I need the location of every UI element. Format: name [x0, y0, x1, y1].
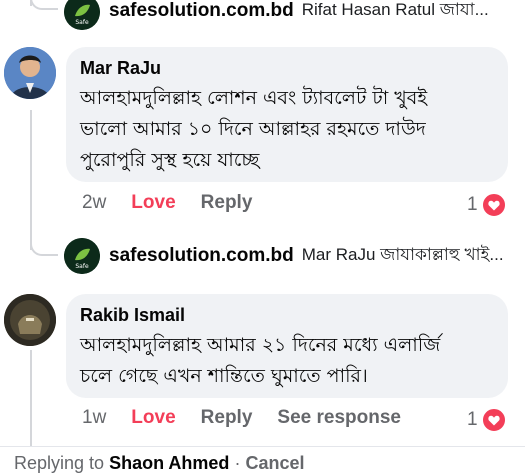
reaction-summary[interactable]: 1 [467, 407, 507, 433]
reply-preview-middle[interactable]: safesolution.com.bd Mar RaJu জাযাকাল্লাহ… [109, 243, 519, 269]
page-avatar[interactable]: Safe [64, 0, 100, 30]
replying-target-name[interactable]: Shaon Ahmed [109, 453, 229, 473]
thread-line-middle [30, 110, 32, 250]
comment-text-line: পুরোপুরি সুস্থ হয়ে যাচ্ছে [80, 149, 260, 171]
replying-separator: · [234, 453, 241, 473]
reaction-count: 1 [467, 409, 478, 430]
replying-to-bar: Replying to Shaon Ahmed · Cancel [14, 453, 304, 474]
comment-bubble: Rakib Ismail আলহামদুলিল্লাহ আমার ২১ দিনে… [66, 294, 508, 398]
person-avatar-icon [4, 294, 56, 346]
comment-text-line: আলহামদুলিল্লাহ আমার ২১ দিনের মধ্যে এলার্… [80, 334, 441, 356]
avatar-rakib-ismail[interactable] [4, 294, 56, 346]
comment-text-line: আলহামদুলিল্লাহ লোশন এবং ট্যাবলেট টা খুবই [80, 87, 428, 109]
svg-text:Safe: Safe [75, 263, 89, 270]
cancel-reply-button[interactable]: Cancel [245, 453, 304, 473]
reply-snippet: Rifat Hasan Ratul জাযা... [301, 0, 489, 19]
heart-reaction-icon [480, 192, 507, 218]
love-button[interactable]: Love [131, 192, 175, 214]
leaf-logo-icon: Safe [64, 238, 100, 274]
comment-bubble: Mar RaJu আলহামদুলিল্লাহ লোশন এবং ট্যাবলে… [66, 47, 508, 182]
see-response-button[interactable]: See response [277, 407, 401, 429]
thread-line-bottom [30, 350, 32, 446]
person-avatar-icon [4, 47, 56, 99]
comment-actions: 2w Love Reply [82, 192, 277, 214]
composer-divider [0, 446, 525, 447]
reply-snippet: Mar RaJu জাযাকাল্লাহু খাই... [301, 245, 504, 264]
love-button[interactable]: Love [131, 407, 175, 429]
comment-time[interactable]: 1w [82, 407, 106, 429]
reaction-count: 1 [467, 194, 478, 215]
reaction-summary[interactable]: 1 [467, 192, 507, 218]
comment-text-line: ভালো আমার ১০ দিনে আল্লাহর রহমতে দাউদ [80, 118, 426, 140]
comment-time[interactable]: 2w [82, 192, 106, 214]
comment-text-line: চলে গেছে এখন শান্তিতে ঘুমাতে পারি। [80, 365, 368, 387]
svg-text:Safe: Safe [75, 19, 89, 26]
replying-prefix: Replying to [14, 453, 105, 473]
comment-text: আলহামদুলিল্লাহ লোশন এবং ট্যাবলেট টা খুবই… [80, 83, 494, 176]
comment-actions: 1w Love Reply See response [82, 407, 426, 429]
comment-text: আলহামদুলিল্লাহ আমার ২১ দিনের মধ্যে এলার্… [80, 330, 494, 392]
reply-page-name[interactable]: safesolution.com.bd [109, 0, 294, 22]
leaf-logo-icon: Safe [64, 0, 100, 30]
thread-curve-top [30, 0, 58, 10]
comment-author[interactable]: Rakib Ismail [80, 304, 494, 326]
reply-button[interactable]: Reply [201, 407, 253, 429]
reply-preview-top[interactable]: safesolution.com.bd Rifat Hasan Ratul জা… [109, 0, 519, 24]
heart-reaction-icon [480, 407, 507, 433]
thread-curve-middle [30, 230, 58, 256]
page-avatar[interactable]: Safe [64, 238, 100, 274]
comment-author[interactable]: Mar RaJu [80, 57, 494, 79]
reply-button[interactable]: Reply [201, 192, 253, 214]
reply-page-name[interactable]: safesolution.com.bd [109, 245, 294, 267]
avatar-mar-raju[interactable] [4, 47, 56, 99]
